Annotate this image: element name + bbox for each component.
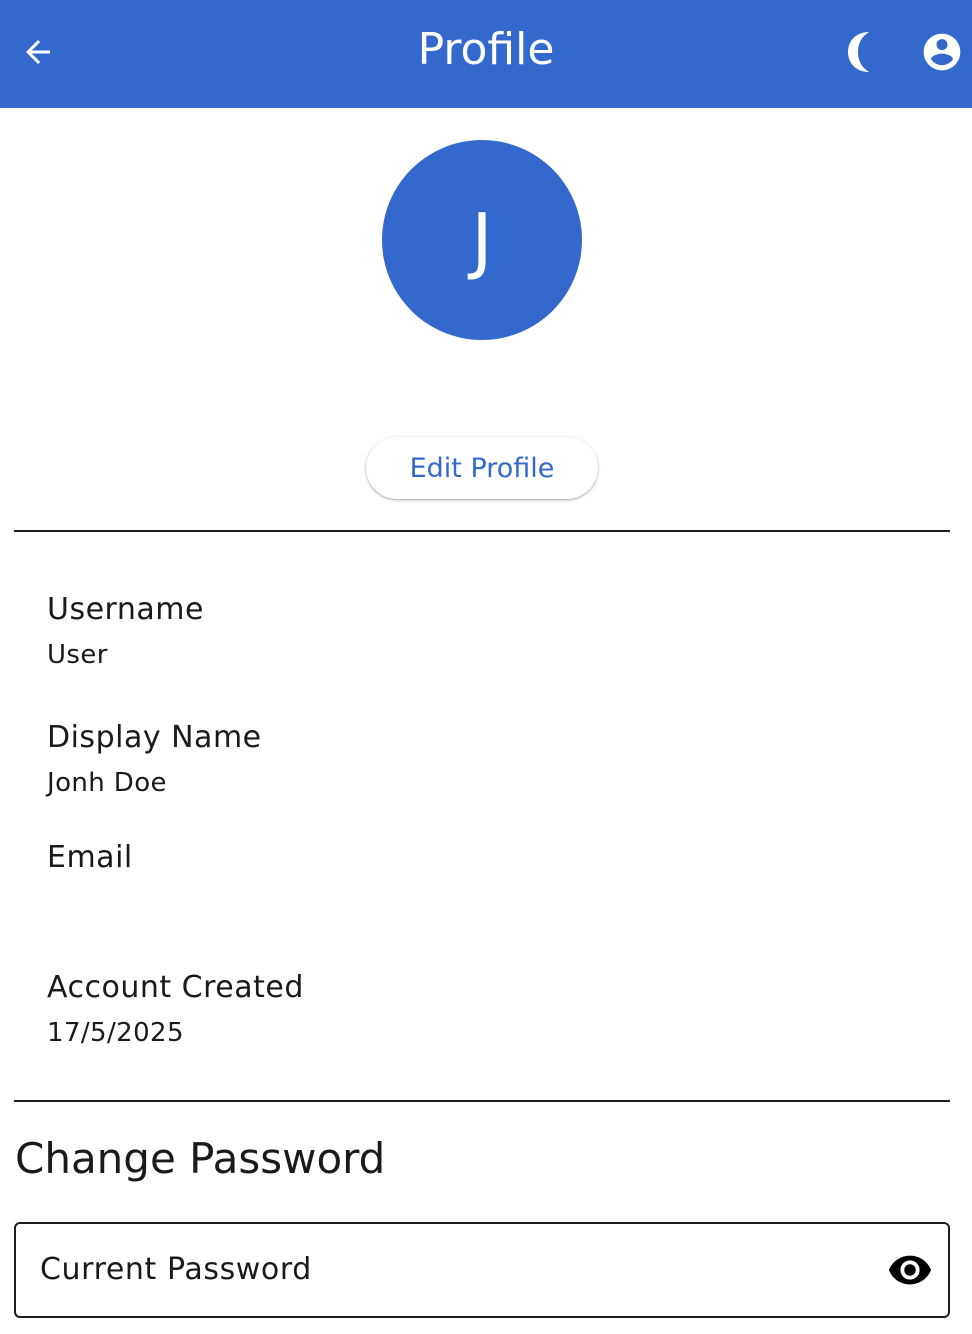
display-name-value: Jonh Doe [47,768,167,798]
moon-icon [848,32,869,72]
divider [14,530,950,532]
eye-icon [888,1255,932,1285]
current-password-field[interactable]: Current Password [14,1222,950,1318]
email-label: Email [47,840,133,875]
divider [14,1100,950,1102]
account-created-label: Account Created [47,970,304,1005]
edit-profile-button[interactable]: Edit Profile [366,437,598,499]
page-title: Profile [417,24,555,75]
account-button[interactable] [916,26,968,78]
avatar: J [382,140,582,340]
username-label: Username [47,592,204,627]
account-created-value: 17/5/2025 [47,1018,184,1048]
account-circle-icon [923,33,961,71]
display-name-label: Display Name [47,720,262,755]
change-password-title: Change Password [15,1134,386,1183]
theme-toggle-button[interactable] [838,26,886,78]
app-bar: Profile [0,0,972,108]
current-password-placeholder: Current Password [40,1252,312,1287]
username-value: User [47,640,108,670]
avatar-initial: J [471,198,493,282]
toggle-password-visibility-button[interactable] [886,1246,934,1294]
